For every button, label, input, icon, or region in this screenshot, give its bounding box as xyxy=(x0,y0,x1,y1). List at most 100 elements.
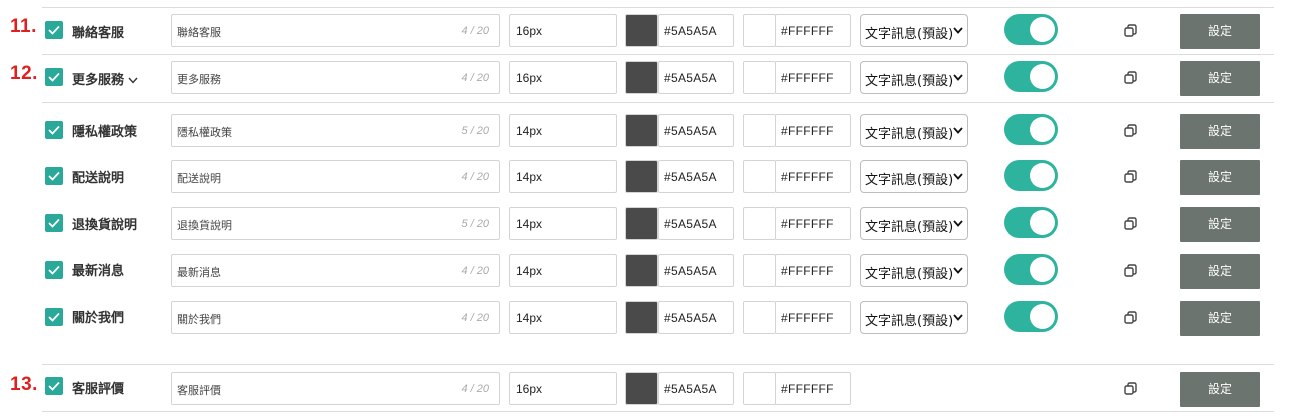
bg-color-swatch[interactable] xyxy=(743,114,776,147)
bg-color-input[interactable]: #FFFFFF xyxy=(775,61,851,94)
action-type-select[interactable]: 文字訊息(預設) xyxy=(860,14,968,47)
settings-button[interactable]: 設定 xyxy=(1180,61,1260,96)
visibility-toggle[interactable] xyxy=(1004,61,1058,92)
enable-checkbox[interactable] xyxy=(45,167,63,185)
copy-icon[interactable] xyxy=(1124,124,1137,137)
visibility-toggle[interactable] xyxy=(1004,160,1058,191)
text-color-swatch[interactable] xyxy=(625,207,658,240)
font-size-input[interactable]: 14px xyxy=(509,254,617,287)
settings-button[interactable]: 設定 xyxy=(1180,254,1260,289)
text-color-swatch[interactable] xyxy=(625,372,658,405)
text-color-input[interactable]: #5A5A5A xyxy=(658,61,734,94)
text-color-swatch[interactable] xyxy=(625,61,658,94)
font-size-input[interactable]: 16px xyxy=(509,14,617,47)
font-size-input[interactable]: 14px xyxy=(509,207,617,240)
text-color-swatch[interactable] xyxy=(625,160,658,193)
toggle-knob xyxy=(1030,17,1055,42)
copy-icon[interactable] xyxy=(1124,264,1137,277)
enable-checkbox[interactable] xyxy=(45,377,63,395)
copy-icon[interactable] xyxy=(1124,382,1137,395)
text-color-swatch[interactable] xyxy=(625,254,658,287)
font-size-input[interactable]: 16px xyxy=(509,61,617,94)
bg-color-input[interactable]: #FFFFFF xyxy=(775,114,851,147)
visibility-toggle[interactable] xyxy=(1004,301,1058,332)
settings-button[interactable]: 設定 xyxy=(1180,14,1260,49)
bg-color-swatch[interactable] xyxy=(743,254,776,287)
font-size-value: 16px xyxy=(516,24,543,38)
name-input[interactable]: 關於我們 4 / 20 xyxy=(171,301,500,334)
name-input[interactable]: 最新消息 4 / 20 xyxy=(171,254,500,287)
text-color-input[interactable]: #5A5A5A xyxy=(658,301,734,334)
bg-color-input[interactable]: #FFFFFF xyxy=(775,372,851,405)
toggle-knob xyxy=(1030,64,1055,89)
name-input[interactable]: 客服評價 4 / 20 xyxy=(171,372,500,405)
text-color-swatch[interactable] xyxy=(625,301,658,334)
toggle-knob xyxy=(1030,163,1055,188)
settings-button[interactable]: 設定 xyxy=(1180,207,1260,242)
name-value: 客服評價 xyxy=(177,384,221,397)
visibility-toggle[interactable] xyxy=(1004,14,1058,45)
name-input[interactable]: 退換貨說明 5 / 20 xyxy=(171,207,500,240)
bg-color-input[interactable]: #FFFFFF xyxy=(775,301,851,334)
text-color-input[interactable]: #5A5A5A xyxy=(658,160,734,193)
chevron-down-icon[interactable] xyxy=(128,77,138,84)
visibility-toggle[interactable] xyxy=(1004,114,1058,145)
bg-color-swatch[interactable] xyxy=(743,301,776,334)
settings-button[interactable]: 設定 xyxy=(1180,160,1260,195)
toggle-knob xyxy=(1030,210,1055,235)
bg-color-swatch[interactable] xyxy=(743,160,776,193)
settings-button[interactable]: 設定 xyxy=(1180,301,1260,336)
copy-icon[interactable] xyxy=(1124,24,1137,37)
select-arrow-icon xyxy=(953,267,963,274)
bg-color-input[interactable]: #FFFFFF xyxy=(775,14,851,47)
enable-checkbox[interactable] xyxy=(45,68,63,86)
text-color-value: #5A5A5A xyxy=(664,24,717,38)
action-type-select[interactable]: 文字訊息(預設) xyxy=(860,114,968,147)
bg-color-input[interactable]: #FFFFFF xyxy=(775,207,851,240)
name-input[interactable]: 隱私權政策 5 / 20 xyxy=(171,114,500,147)
text-color-swatch[interactable] xyxy=(625,114,658,147)
font-size-input[interactable]: 14px xyxy=(509,160,617,193)
text-color-input[interactable]: #5A5A5A xyxy=(658,14,734,47)
enable-checkbox[interactable] xyxy=(45,21,63,39)
visibility-toggle[interactable] xyxy=(1004,207,1058,238)
font-size-input[interactable]: 14px xyxy=(509,301,617,334)
bg-color-swatch[interactable] xyxy=(743,14,776,47)
visibility-toggle[interactable] xyxy=(1004,254,1058,285)
bg-color-swatch[interactable] xyxy=(743,61,776,94)
enable-checkbox[interactable] xyxy=(45,308,63,326)
settings-button[interactable]: 設定 xyxy=(1180,372,1260,407)
enable-checkbox[interactable] xyxy=(45,261,63,279)
action-type-select[interactable]: 文字訊息(預設) xyxy=(860,207,968,240)
settings-button[interactable]: 設定 xyxy=(1180,114,1260,149)
row-label[interactable]: 更多服務 xyxy=(72,69,138,88)
text-color-input[interactable]: #5A5A5A xyxy=(658,207,734,240)
action-type-select[interactable]: 文字訊息(預設) xyxy=(860,254,968,287)
enable-checkbox[interactable] xyxy=(45,121,63,139)
text-color-input[interactable]: #5A5A5A xyxy=(658,114,734,147)
name-input[interactable]: 更多服務 4 / 20 xyxy=(171,61,500,94)
char-count: 5 / 20 xyxy=(461,218,489,230)
text-color-input[interactable]: #5A5A5A xyxy=(658,372,734,405)
select-arrow-icon xyxy=(953,127,963,134)
font-size-input[interactable]: 14px xyxy=(509,114,617,147)
text-color-input[interactable]: #5A5A5A xyxy=(658,254,734,287)
action-type-select[interactable]: 文字訊息(預設) xyxy=(860,301,968,334)
text-color-value: #5A5A5A xyxy=(664,264,717,278)
bg-color-input[interactable]: #FFFFFF xyxy=(775,254,851,287)
bg-color-input[interactable]: #FFFFFF xyxy=(775,160,851,193)
copy-icon[interactable] xyxy=(1124,311,1137,324)
copy-icon[interactable] xyxy=(1124,217,1137,230)
bg-color-swatch[interactable] xyxy=(743,372,776,405)
bg-color-swatch[interactable] xyxy=(743,207,776,240)
copy-icon[interactable] xyxy=(1124,71,1137,84)
name-input[interactable]: 配送說明 4 / 20 xyxy=(171,160,500,193)
action-type-select[interactable]: 文字訊息(預設) xyxy=(860,160,968,193)
name-input[interactable]: 聯絡客服 4 / 20 xyxy=(171,14,500,47)
char-count: 4 / 20 xyxy=(461,171,489,183)
action-type-select[interactable]: 文字訊息(預設) xyxy=(860,61,968,94)
font-size-input[interactable]: 16px xyxy=(509,372,617,405)
enable-checkbox[interactable] xyxy=(45,214,63,232)
copy-icon[interactable] xyxy=(1124,170,1137,183)
text-color-swatch[interactable] xyxy=(625,14,658,47)
